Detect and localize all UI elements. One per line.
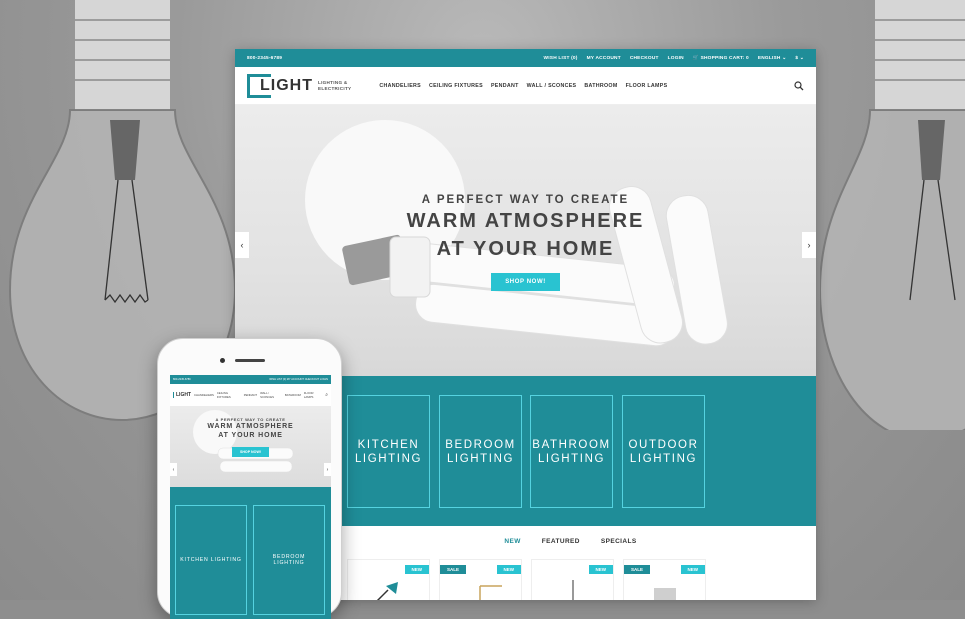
product-card[interactable]: SALE NEW xyxy=(623,559,706,600)
nav-floor-lamps[interactable]: FLOOR LAMPS xyxy=(626,83,668,89)
top-bar: 800-2345-6789 WISH LIST (0) MY ACCOUNT C… xyxy=(235,49,816,67)
chevron-down-icon: ⌄ xyxy=(782,55,787,61)
product-card[interactable]: NEW xyxy=(531,559,614,600)
new-badge: NEW xyxy=(404,565,429,574)
speaker-icon xyxy=(235,359,265,362)
mobile-hero-title: WARM ATMOSPHERE xyxy=(207,423,294,430)
new-badge: NEW xyxy=(496,565,521,574)
phone-number: 800-2345-6789 xyxy=(247,55,283,61)
logo-tagline-line2: ELECTRICITY xyxy=(318,85,352,91)
mobile-slider-next-button[interactable]: › xyxy=(324,463,331,476)
mobile-top-links[interactable]: WISH LIST (0) MY ACCOUNT CHECKOUT LOGIN xyxy=(269,378,328,381)
mobile-nav-item[interactable]: PENDANT xyxy=(244,393,257,397)
nav-bathroom[interactable]: BATHROOM xyxy=(584,83,617,89)
language-select[interactable]: ENGLISH ⌄ xyxy=(758,56,787,61)
logo-tagline-line1: LIGHTING & xyxy=(318,79,348,85)
chevron-left-icon: ‹ xyxy=(240,240,244,250)
search-icon[interactable] xyxy=(794,80,804,91)
tab-new[interactable]: NEW xyxy=(504,538,520,545)
chevron-down-icon: ⌄ xyxy=(799,55,804,61)
shopping-cart-link[interactable]: 🛒 SHOPPING CART: 0 xyxy=(693,56,749,61)
checkout-link[interactable]: CHECKOUT xyxy=(630,56,659,61)
chevron-right-icon: › xyxy=(807,240,811,250)
language-label: ENGLISH xyxy=(757,55,781,61)
mobile-hero-text: A PERFECT WAY TO CREATE WARM ATMOSPHERE … xyxy=(170,417,331,458)
category-label: BATHROOM xyxy=(532,438,611,451)
new-badge: NEW xyxy=(588,565,613,574)
mobile-category-kitchen[interactable]: KITCHEN LIGHTING xyxy=(175,505,247,615)
category-kitchen-lighting[interactable]: KITCHEN LIGHTING xyxy=(347,395,430,508)
sale-badge: SALE xyxy=(624,565,651,574)
product-card[interactable]: NEW xyxy=(347,559,430,600)
mobile-top-bar: 800-2345-6789 WISH LIST (0) MY ACCOUNT C… xyxy=(170,375,331,384)
camera-icon xyxy=(220,358,225,363)
category-label: LIGHTING xyxy=(354,452,423,465)
search-icon[interactable]: ⌕ xyxy=(325,392,328,398)
category-label: KITCHEN LIGHTING xyxy=(180,557,242,563)
currency-select[interactable]: $ ⌄ xyxy=(795,56,804,61)
mobile-shop-now-button[interactable]: SHOP NOW! xyxy=(231,447,270,457)
phone-mockup: 800-2345-6789 WISH LIST (0) MY ACCOUNT C… xyxy=(157,338,342,619)
category-bedroom-lighting[interactable]: BEDROOM LIGHTING xyxy=(439,395,522,508)
mobile-nav-item[interactable]: FLOOR LAMPS xyxy=(304,391,322,399)
mobile-nav-item[interactable]: BATHROOM xyxy=(285,393,301,397)
mobile-logo[interactable]: LIGHT xyxy=(173,392,191,398)
currency-label: $ xyxy=(795,55,799,61)
my-account-link[interactable]: MY ACCOUNT xyxy=(587,56,621,61)
new-badge: NEW xyxy=(680,565,705,574)
mobile-nav-item[interactable]: CHANDELIERS xyxy=(194,393,214,397)
hero-text: A PERFECT WAY TO CREATE WARM ATMOSPHERE … xyxy=(235,194,816,291)
sale-badge: SALE xyxy=(440,565,467,574)
mobile-nav-item[interactable]: WALL / SCONCES xyxy=(260,391,282,399)
tab-featured[interactable]: FEATURED xyxy=(542,538,580,545)
category-label: KITCHEN xyxy=(357,438,420,451)
shop-now-button[interactable]: SHOP NOW! xyxy=(491,273,560,291)
product-list: NEW SALE NEW NEW SALE NEW xyxy=(347,559,706,600)
tab-specials[interactable]: SPECIALS xyxy=(601,538,637,545)
logo-tagline: LIGHTING & ELECTRICITY xyxy=(318,80,351,92)
hero-banner: A PERFECT WAY TO CREATE WARM ATMOSPHERE … xyxy=(235,105,816,376)
chevron-left-icon: ‹ xyxy=(172,466,175,473)
category-bathroom-lighting[interactable]: BATHROOM LIGHTING xyxy=(530,395,613,508)
mobile-hero-title: AT YOUR HOME xyxy=(218,432,283,439)
logo[interactable]: LIGHT LIGHTING & ELECTRICITY xyxy=(247,73,351,98)
category-label: OUTDOOR xyxy=(628,438,699,451)
slider-next-button[interactable]: › xyxy=(802,232,816,258)
cart-icon: 🛒 xyxy=(692,55,700,61)
category-outdoor-lighting[interactable]: OUTDOOR LIGHTING xyxy=(622,395,705,508)
mobile-categories: KITCHEN LIGHTING BEDROOM LIGHTING xyxy=(170,487,331,619)
hero-title-line2: AT YOUR HOME xyxy=(436,238,615,260)
mobile-nav-item[interactable]: CEILING FIXTURES xyxy=(217,391,241,399)
slider-prev-button[interactable]: ‹ xyxy=(235,232,249,258)
mobile-hero: A PERFECT WAY TO CREATE WARM ATMOSPHERE … xyxy=(170,406,331,487)
mobile-category-bedroom[interactable]: BEDROOM LIGHTING xyxy=(253,505,325,615)
hero-title-line1: WARM ATMOSPHERE xyxy=(406,210,645,232)
lightbulb-right-image xyxy=(820,0,965,430)
category-label: LIGHTING xyxy=(537,452,606,465)
nav-wall-sconces[interactable]: WALL / SCONCES xyxy=(527,83,577,89)
main-nav: CHANDELIERS CEILING FIXTURES PENDANT WAL… xyxy=(379,83,667,89)
nav-pendant[interactable]: PENDANT xyxy=(491,83,519,89)
wishlist-link[interactable]: WISH LIST (0) xyxy=(544,56,578,61)
chevron-right-icon: › xyxy=(326,466,329,473)
hero-subtitle: A PERFECT WAY TO CREATE xyxy=(421,194,630,206)
category-label: LIGHTING xyxy=(446,452,515,465)
login-link[interactable]: LOGIN xyxy=(668,56,684,61)
category-label: LIGHTING xyxy=(629,452,698,465)
nav-ceiling-fixtures[interactable]: CEILING FIXTURES xyxy=(429,83,483,89)
category-label: LIGHTING xyxy=(273,560,305,566)
product-card[interactable]: SALE NEW xyxy=(439,559,522,600)
header: LIGHT LIGHTING & ELECTRICITY CHANDELIERS… xyxy=(235,67,816,105)
nav-chandeliers[interactable]: CHANDELIERS xyxy=(379,83,421,89)
mobile-header: LIGHT CHANDELIERS CEILING FIXTURES PENDA… xyxy=(170,384,331,406)
category-label: BEDROOM xyxy=(445,438,516,451)
mobile-phone-number: 800-2345-6789 xyxy=(173,378,191,381)
mobile-slider-prev-button[interactable]: ‹ xyxy=(170,463,177,476)
logo-word: LIGHT xyxy=(260,76,313,94)
cart-label: SHOPPING CART: 0 xyxy=(700,55,749,61)
mobile-site-screen: 800-2345-6789 WISH LIST (0) MY ACCOUNT C… xyxy=(170,375,331,619)
